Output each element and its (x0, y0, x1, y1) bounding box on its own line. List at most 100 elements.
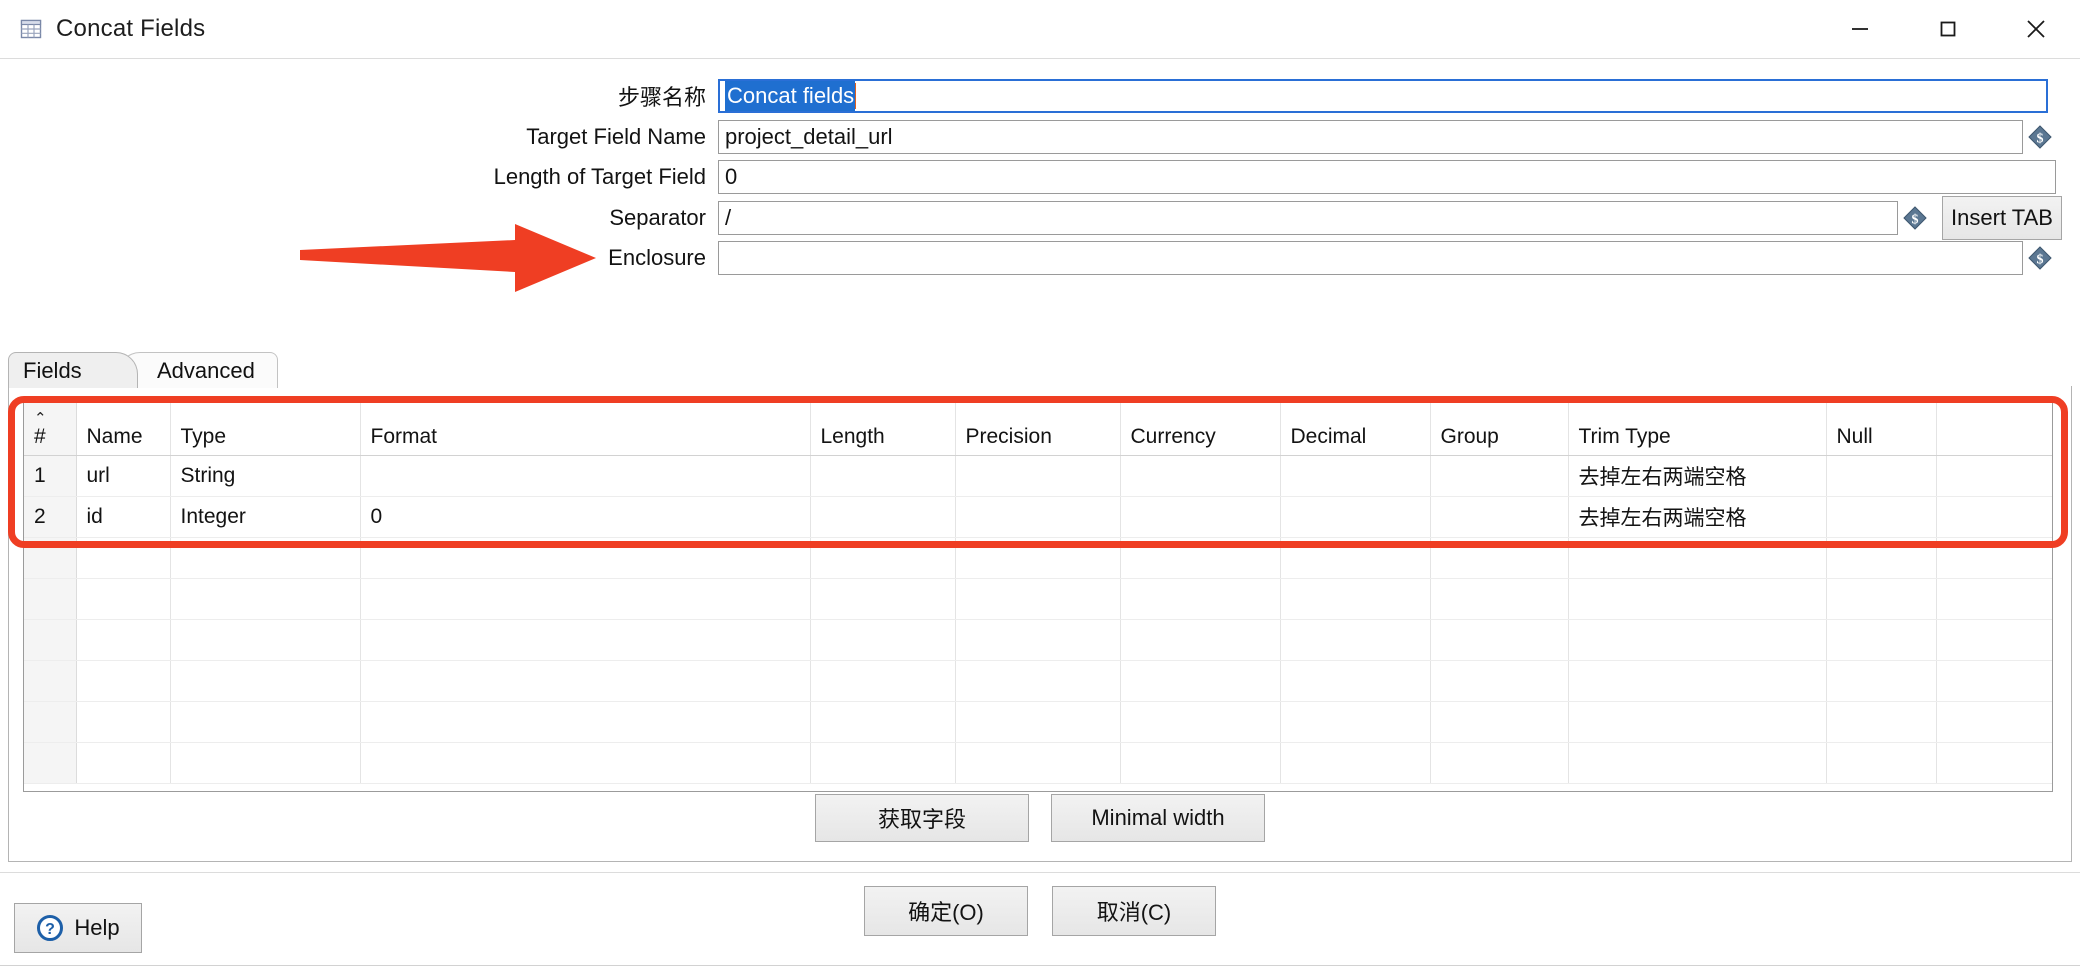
fields-panel: ⌃ # Name Type Format Length Precision Cu… (8, 386, 2072, 862)
length-of-target-field-input[interactable]: 0 (718, 160, 2056, 194)
cell-empty (1568, 619, 1827, 661)
cell-empty (24, 578, 77, 620)
cell-type[interactable]: Integer (170, 496, 361, 538)
cell-empty (170, 742, 361, 784)
column-header-type[interactable]: Type (170, 401, 361, 456)
cell-empty (24, 701, 77, 743)
dollar-diamond-icon[interactable]: $ (2023, 245, 2053, 271)
maximize-icon (1936, 17, 1960, 41)
table-row-empty[interactable] (24, 660, 2052, 702)
cell-currency[interactable] (1120, 455, 1281, 497)
cell-empty (1826, 537, 1937, 579)
cell-empty (1936, 619, 2052, 661)
column-header-precision[interactable]: Precision (955, 401, 1121, 456)
cell-empty (1826, 660, 1937, 702)
cell-group[interactable] (1430, 496, 1569, 538)
column-header-format[interactable]: Format (360, 401, 811, 456)
table-row-empty[interactable] (24, 537, 2052, 579)
enclosure-input[interactable] (718, 241, 2023, 275)
tab-advanced[interactable]: Advanced (118, 352, 278, 388)
cell-group[interactable] (1430, 455, 1569, 497)
step-name-value: Concat fields (725, 81, 856, 111)
minimal-width-button[interactable]: Minimal width (1051, 794, 1265, 842)
column-header-length[interactable]: Length (810, 401, 956, 456)
get-fields-button[interactable]: 获取字段 (815, 794, 1029, 842)
form-row-step-name: 步骤名称 Concat fields (0, 76, 2080, 116)
table-row-empty[interactable] (24, 619, 2052, 661)
cell-empty (360, 578, 811, 620)
tab-fields[interactable]: Fields (8, 352, 138, 388)
minimize-button[interactable] (1816, 0, 1904, 58)
cell-empty (1568, 701, 1827, 743)
cell-precision[interactable] (955, 496, 1121, 538)
cell-empty (1826, 701, 1937, 743)
cell-empty (1280, 537, 1431, 579)
cell-extra[interactable] (1936, 455, 2052, 497)
fields-table-container[interactable]: ⌃ # Name Type Format Length Precision Cu… (23, 400, 2053, 792)
column-header-name[interactable]: Name (76, 401, 171, 456)
cell-empty (1826, 578, 1937, 620)
cell-empty (955, 660, 1121, 702)
column-header-trim-type[interactable]: Trim Type (1568, 401, 1827, 456)
title-bar-left: Concat Fields (20, 0, 205, 58)
ok-button[interactable]: 确定(O) (864, 886, 1028, 936)
dollar-diamond-icon[interactable]: $ (2023, 124, 2053, 150)
cell-empty (1430, 578, 1569, 620)
column-header-decimal[interactable]: Decimal (1280, 401, 1431, 456)
cell-name[interactable]: id (76, 496, 171, 538)
table-row[interactable]: 2 id Integer 0 去掉左右两端空格 (24, 496, 2052, 538)
cell-empty (170, 701, 361, 743)
insert-tab-button[interactable]: Insert TAB (1942, 196, 2062, 240)
window-title: Concat Fields (56, 15, 206, 42)
separator-input[interactable]: / (718, 201, 1898, 235)
sort-ascending-icon: ⌃ (34, 410, 47, 427)
cell-precision[interactable] (955, 455, 1121, 497)
column-header-num[interactable]: ⌃ # (24, 401, 77, 456)
column-header-null[interactable]: Null (1826, 401, 1937, 456)
cell-name[interactable]: url (76, 455, 171, 497)
cell-trim-type[interactable]: 去掉左右两端空格 (1568, 496, 1827, 538)
cell-empty (810, 578, 956, 620)
cell-format[interactable]: 0 (360, 496, 811, 538)
table-row[interactable]: 1 url String 去掉左右两端空格 (24, 455, 2052, 497)
svg-text:$: $ (1912, 213, 1919, 228)
cancel-button[interactable]: 取消(C) (1052, 886, 1216, 936)
cell-type[interactable]: String (170, 455, 361, 497)
table-row-empty[interactable] (24, 578, 2052, 620)
column-header-extra[interactable] (1936, 401, 2052, 456)
cell-empty (1936, 537, 2052, 579)
target-field-name-value: project_detail_url (725, 124, 893, 149)
cell-null[interactable] (1826, 496, 1937, 538)
cell-decimal[interactable] (1280, 455, 1431, 497)
cell-extra[interactable] (1936, 496, 2052, 538)
help-button[interactable]: ? Help (14, 903, 142, 953)
cell-decimal[interactable] (1280, 496, 1431, 538)
cell-empty (76, 537, 171, 579)
panel-action-buttons: 获取字段 Minimal width (0, 794, 2080, 842)
cell-null[interactable] (1826, 455, 1937, 497)
cell-currency[interactable] (1120, 496, 1281, 538)
close-button[interactable] (1992, 0, 2080, 58)
dollar-diamond-icon[interactable]: $ (1898, 205, 1928, 231)
cell-empty (360, 701, 811, 743)
maximize-button[interactable] (1904, 0, 1992, 58)
target-field-name-label: Target Field Name (526, 124, 706, 149)
separator-value: / (725, 205, 732, 230)
table-row-empty[interactable] (24, 701, 2052, 743)
step-name-input[interactable]: Concat fields (718, 79, 2048, 113)
cell-empty (1568, 578, 1827, 620)
cell-empty (76, 701, 171, 743)
cell-format[interactable] (360, 455, 811, 497)
cell-length[interactable] (810, 455, 956, 497)
target-field-name-input[interactable]: project_detail_url (718, 120, 2023, 154)
cell-empty (1826, 619, 1937, 661)
column-header-group[interactable]: Group (1430, 401, 1569, 456)
cell-trim-type[interactable]: 去掉左右两端空格 (1568, 455, 1827, 497)
length-of-target-field-value: 0 (725, 164, 738, 189)
cell-length[interactable] (810, 496, 956, 538)
table-header-row: ⌃ # Name Type Format Length Precision Cu… (24, 401, 2052, 456)
table-row-empty[interactable] (24, 742, 2052, 784)
cell-empty (1120, 619, 1281, 661)
column-header-currency[interactable]: Currency (1120, 401, 1281, 456)
cell-empty (1568, 537, 1827, 579)
